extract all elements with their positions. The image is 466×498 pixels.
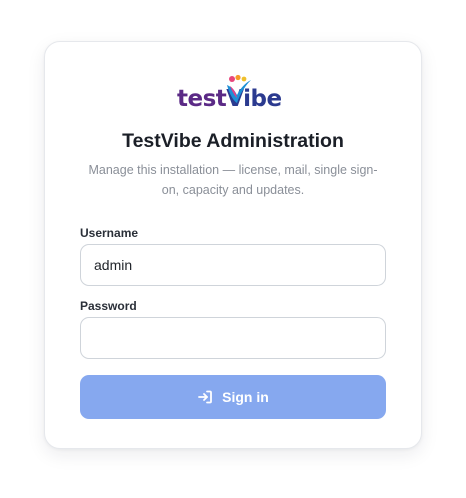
- sign-in-button[interactable]: Sign in: [80, 375, 386, 419]
- logo-mark-icon: [227, 74, 251, 103]
- page-subtitle: Manage this installation — license, mail…: [88, 163, 378, 197]
- password-label: Password: [80, 299, 137, 313]
- login-page: testVibe TestVibe Administration Manage …: [0, 0, 466, 498]
- username-label: Username: [80, 226, 139, 240]
- sign-in-label: Sign in: [222, 389, 269, 405]
- password-input[interactable]: [80, 317, 386, 359]
- brand-logo: testVibe: [177, 74, 289, 114]
- sign-in-icon: [198, 390, 213, 404]
- username-input[interactable]: [80, 244, 386, 286]
- page-title: TestVibe Administration: [122, 130, 344, 152]
